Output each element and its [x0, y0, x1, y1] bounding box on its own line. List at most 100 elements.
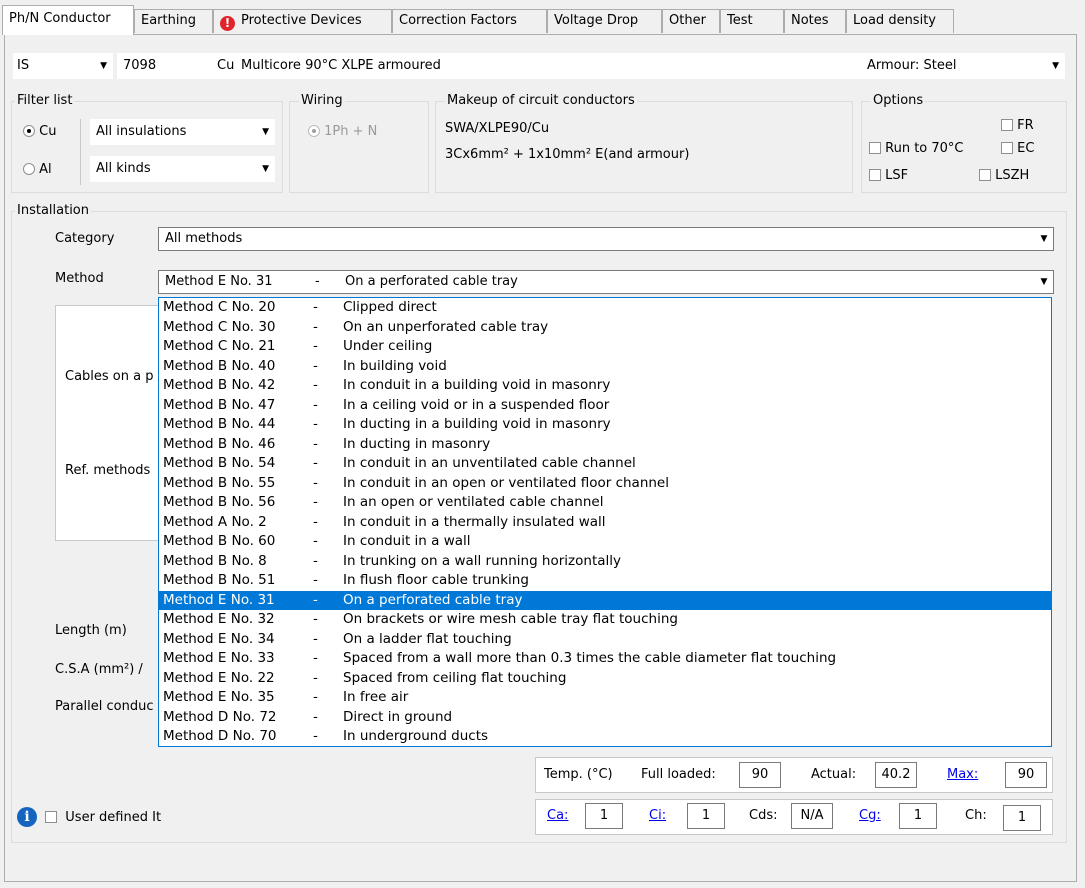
method-option-dash: -: [313, 338, 318, 354]
tab-notes[interactable]: Notes: [784, 9, 846, 33]
al-radio[interactable]: Al: [23, 162, 52, 177]
method-option[interactable]: Method B No. 60 - In conduit in a wall: [159, 532, 1051, 552]
tab-test[interactable]: Test: [720, 9, 784, 33]
fr-label: FR: [1017, 118, 1034, 133]
max-link[interactable]: Max:: [947, 767, 978, 782]
method-option[interactable]: Method B No. 8 - In trunking on a wall run…: [159, 552, 1051, 572]
method-option-dash: -: [313, 572, 318, 588]
insulation-select[interactable]: All insulations ▼: [90, 119, 275, 145]
warning-icon: !: [220, 16, 235, 31]
method-option-code: Method D No. 70: [163, 728, 277, 744]
method-option-code: Method B No. 42: [163, 377, 276, 393]
run-70-checkbox[interactable]: Run to 70°C: [869, 141, 964, 156]
method-option-desc: Under ceiling: [343, 338, 433, 354]
method-option[interactable]: Method B No. 51 - In flush floor cable tru…: [159, 571, 1051, 591]
method-option-dash: -: [313, 396, 318, 413]
method-option[interactable]: Method E No. 22 - Spaced from ceiling flat…: [159, 669, 1051, 689]
method-option[interactable]: Method B No. 46 - In ducting in masonry: [159, 435, 1051, 455]
method-option[interactable]: Method B No. 55 - In conduit in an open or…: [159, 474, 1051, 494]
method-option[interactable]: Method D No. 70 - In underground ducts: [159, 727, 1051, 746]
ci-link[interactable]: Ci:: [649, 808, 666, 823]
ca-value: 1: [585, 803, 623, 829]
tab-ph-n-conductor[interactable]: Ph/N Conductor: [2, 5, 134, 35]
method-option-desc: Direct in ground: [343, 708, 453, 725]
method-option-dash: -: [313, 494, 318, 510]
tab-load-density[interactable]: Load density: [846, 9, 954, 33]
method-option[interactable]: Method B No. 44 - In ducting in a building…: [159, 415, 1051, 435]
chevron-down-icon: ▼: [1052, 61, 1059, 71]
checkbox-icon: [1001, 119, 1013, 131]
method-option-code: Method B No. 46: [163, 435, 276, 452]
method-option-code: Method B No. 55: [163, 474, 276, 491]
method-option-desc: In ducting in a building void in masonry: [343, 416, 611, 432]
wiring-title: Wiring: [299, 93, 345, 108]
tab-protective-devices[interactable]: ! Protective Devices: [213, 9, 392, 33]
ec-checkbox[interactable]: EC: [1001, 141, 1034, 156]
method-option[interactable]: Method C No. 21 - Under ceiling: [159, 337, 1051, 357]
method-option-code: Method B No. 56: [163, 494, 276, 510]
standard-value: IS: [17, 58, 30, 73]
method-option-desc: In conduit in a thermally insulated wall: [343, 513, 606, 530]
method-option-code: Method B No. 54: [163, 455, 276, 471]
info-icon[interactable]: i: [17, 807, 37, 827]
tab-voltage-drop[interactable]: Voltage Drop: [547, 9, 662, 33]
tab-other[interactable]: Other: [662, 9, 720, 33]
method-option[interactable]: Method B No. 47 - In a ceiling void or in …: [159, 396, 1051, 416]
method-option[interactable]: Method D No. 72 - Direct in ground: [159, 708, 1051, 728]
method-option[interactable]: Method C No. 20 - Clipped direct: [159, 298, 1051, 318]
fr-checkbox[interactable]: FR: [1001, 118, 1034, 133]
method-option[interactable]: Method E No. 34 - On a ladder flat touchin…: [159, 630, 1051, 650]
cu-radio[interactable]: Cu: [23, 124, 56, 139]
method-select[interactable]: Method E No. 31 - On a perforated cable …: [158, 270, 1054, 294]
method-option[interactable]: Method E No. 35 - In free air: [159, 688, 1051, 708]
cg-link[interactable]: Cg:: [859, 808, 881, 823]
method-option[interactable]: Method B No. 54 - In conduit in an unventi…: [159, 454, 1051, 474]
tab-correction-factors[interactable]: Correction Factors: [392, 9, 547, 33]
radio-icon: [308, 125, 320, 137]
ci-value: 1: [687, 803, 725, 829]
method-option[interactable]: Method E No. 32 - On brackets or wire mesh…: [159, 610, 1051, 630]
checkbox-icon: [1001, 142, 1013, 154]
csa-label: C.S.A (mm²) /: [55, 662, 143, 677]
makeup-line-2: 3Cx6mm² + 1x10mm² E(and armour): [445, 147, 690, 162]
user-defined-label: User defined It: [65, 810, 162, 825]
lsf-checkbox[interactable]: LSF: [869, 168, 908, 183]
method-option-desc: On a ladder flat touching: [343, 630, 512, 647]
method-option-desc: In conduit in a building void in masonry: [343, 377, 611, 393]
method-option-desc: In building void: [343, 357, 447, 374]
ca-link[interactable]: Ca:: [547, 808, 568, 823]
method-option[interactable]: Method E No. 33 - Spaced from a wall more …: [159, 649, 1051, 669]
method-option-code: Method A No. 2: [163, 513, 267, 530]
ec-label: EC: [1017, 141, 1035, 156]
method-option-dash: -: [313, 533, 318, 549]
method-option-code: Method E No. 34: [163, 630, 275, 647]
method-option-dash: -: [313, 318, 318, 335]
method-option-desc: On brackets or wire mesh cable tray flat…: [343, 611, 678, 627]
installation-title: Installation: [15, 203, 92, 218]
method-option[interactable]: Method B No. 42 - In conduit in a building…: [159, 376, 1051, 396]
method-option[interactable]: Method B No. 56 - In an open or ventilated…: [159, 493, 1051, 513]
method-option[interactable]: Method C No. 30 - On an unperforated cable…: [159, 318, 1051, 338]
standard-select[interactable]: IS ▼: [13, 53, 113, 79]
tab-earthing[interactable]: Earthing: [134, 9, 213, 33]
length-label: Length (m): [55, 623, 127, 638]
kind-select[interactable]: All kinds ▼: [90, 156, 275, 182]
lszh-checkbox[interactable]: LSZH: [979, 168, 1029, 183]
user-defined-checkbox[interactable]: [45, 811, 58, 823]
method-option-desc: In flush floor cable trunking: [343, 572, 529, 588]
method-desc: On a perforated cable tray: [345, 274, 518, 289]
armour-value: Armour: Steel: [867, 58, 957, 73]
category-select[interactable]: All methods ▼: [158, 227, 1054, 251]
actual-label: Actual:: [811, 767, 857, 782]
method-option-dash: -: [313, 474, 318, 491]
chevron-down-icon: ▼: [262, 127, 269, 137]
method-label: Method: [55, 271, 104, 286]
method-option[interactable]: Method B No. 40 - In building void: [159, 357, 1051, 377]
method-option[interactable]: Method A No. 2 - In conduit in a thermally…: [159, 513, 1051, 533]
cable-material: Cu: [217, 58, 235, 73]
method-option-dash: -: [313, 591, 318, 608]
divider: [80, 119, 81, 185]
method-option[interactable]: Method E No. 31 - On a perforated cable tr…: [159, 590, 1051, 610]
cable-type-select[interactable]: 7098 Cu Multicore 90°C XLPE armoured Arm…: [117, 53, 1065, 79]
method-dropdown-list[interactable]: Method C No. 20- Clipped direct Method C N…: [158, 297, 1052, 747]
